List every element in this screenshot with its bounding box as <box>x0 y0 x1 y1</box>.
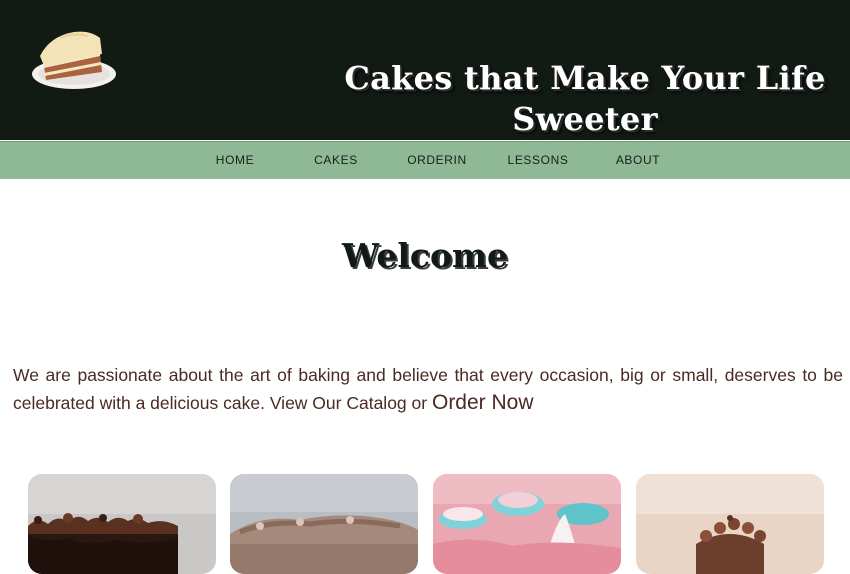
macaron-cake-card[interactable] <box>433 474 621 574</box>
order-now-link[interactable]: Order Now <box>432 391 534 414</box>
catalog-link[interactable]: View Our Catalog <box>270 393 407 413</box>
site-header: Cakes that Make Your Life Sweeter <box>0 0 850 140</box>
site-title: Cakes that Make Your Life Sweeter <box>344 59 826 138</box>
nav-lessons[interactable]: LESSONS <box>488 142 588 179</box>
cupcake-tower-card[interactable] <box>636 474 824 574</box>
nav-ordering[interactable]: ORDERIN <box>387 142 487 179</box>
frosted-cake-card[interactable] <box>230 474 418 574</box>
main-navbar: HOME CAKES ORDERIN LESSONS ABOUT <box>0 141 850 179</box>
connector-text: or <box>411 393 428 413</box>
welcome-heading: Welcome <box>342 236 508 275</box>
intro-paragraph: We are passionate about the art of bakin… <box>13 361 843 417</box>
intro-text: We are passionate about the art of bakin… <box>13 365 843 413</box>
nav-cakes[interactable]: CAKES <box>286 142 386 179</box>
cake-slice-icon[interactable] <box>30 26 120 96</box>
nav-about[interactable]: ABOUT <box>588 142 688 179</box>
chocolate-cake-card[interactable] <box>28 474 216 574</box>
nav-home[interactable]: HOME <box>185 142 285 179</box>
